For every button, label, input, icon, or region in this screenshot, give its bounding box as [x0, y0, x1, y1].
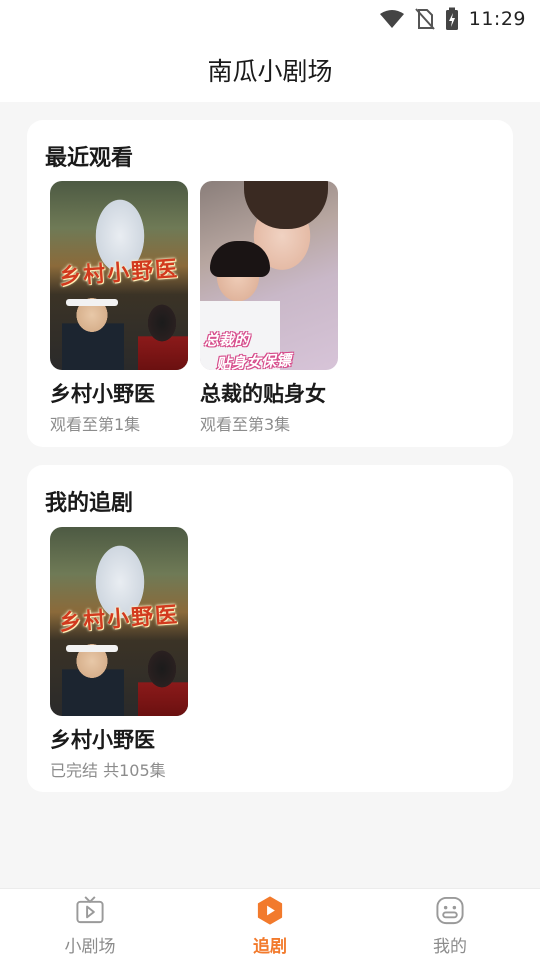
bottom-tab-bar: 小剧场 追剧 我的 [0, 888, 540, 960]
no-sim-icon [414, 8, 435, 30]
watch-progress: 观看至第3集 [200, 415, 291, 434]
drama-name: 乡村小野医 [50, 728, 155, 752]
battery-charging-icon [445, 7, 459, 31]
tab-following[interactable]: 追剧 [210, 895, 330, 957]
poster-title-text: 乡村小野医 [58, 255, 180, 291]
drama-poster[interactable]: 乡村小野医 [50, 181, 188, 370]
poster-title-text: 乡村小野医 [58, 601, 180, 637]
drama-card-village-doctor[interactable]: 乡村小野医 乡村小野医 已完结 共105集 [50, 527, 190, 781]
play-hexagon-icon [257, 896, 283, 925]
status-bar: 11:29 [0, 0, 540, 38]
poster-title-text: 贴身女保镖 [215, 351, 292, 370]
drama-card-village-doctor[interactable]: 乡村小野医 乡村小野医 观看至第1集 [50, 181, 190, 435]
poster-figure [138, 647, 188, 716]
drama-poster[interactable]: 乡村小野医 [50, 527, 188, 716]
tab-label: 小剧场 [64, 937, 116, 957]
wifi-icon [379, 9, 405, 29]
drama-name: 乡村小野医 [50, 382, 155, 406]
tv-icon [76, 896, 104, 924]
tab-label: 我的 [433, 937, 467, 957]
clock-time: 11:29 [468, 8, 526, 30]
page-title: 南瓜小剧场 [207, 57, 333, 86]
episode-status: 已完结 共105集 [50, 761, 166, 780]
drama-card-ceo-bodyguard[interactable]: 总裁的 贴身女保镖 总裁的贴身女 观看至第3集 [200, 181, 340, 435]
watch-progress: 观看至第1集 [50, 415, 141, 434]
poster-figure [138, 301, 188, 370]
tab-theater[interactable]: 小剧场 [30, 895, 150, 957]
poster-title-text: 总裁的 [204, 331, 250, 349]
drama-name: 总裁的贴身女 [200, 382, 326, 406]
section-title: 最近观看 [45, 146, 134, 171]
tab-label: 追剧 [253, 937, 287, 957]
section-title: 我的追剧 [45, 491, 134, 516]
recent-watched-section: 最近观看 乡村小野医 乡村小野医 观看至第1集 总裁的 贴身女保镖 总裁的贴身女… [27, 120, 513, 447]
drama-poster[interactable]: 总裁的 贴身女保镖 [200, 181, 338, 370]
app-header: 南瓜小剧场 [0, 38, 540, 102]
my-following-section: 我的追剧 乡村小野医 乡村小野医 已完结 共105集 [27, 465, 513, 792]
face-icon [436, 896, 464, 925]
tab-mine[interactable]: 我的 [390, 895, 510, 957]
